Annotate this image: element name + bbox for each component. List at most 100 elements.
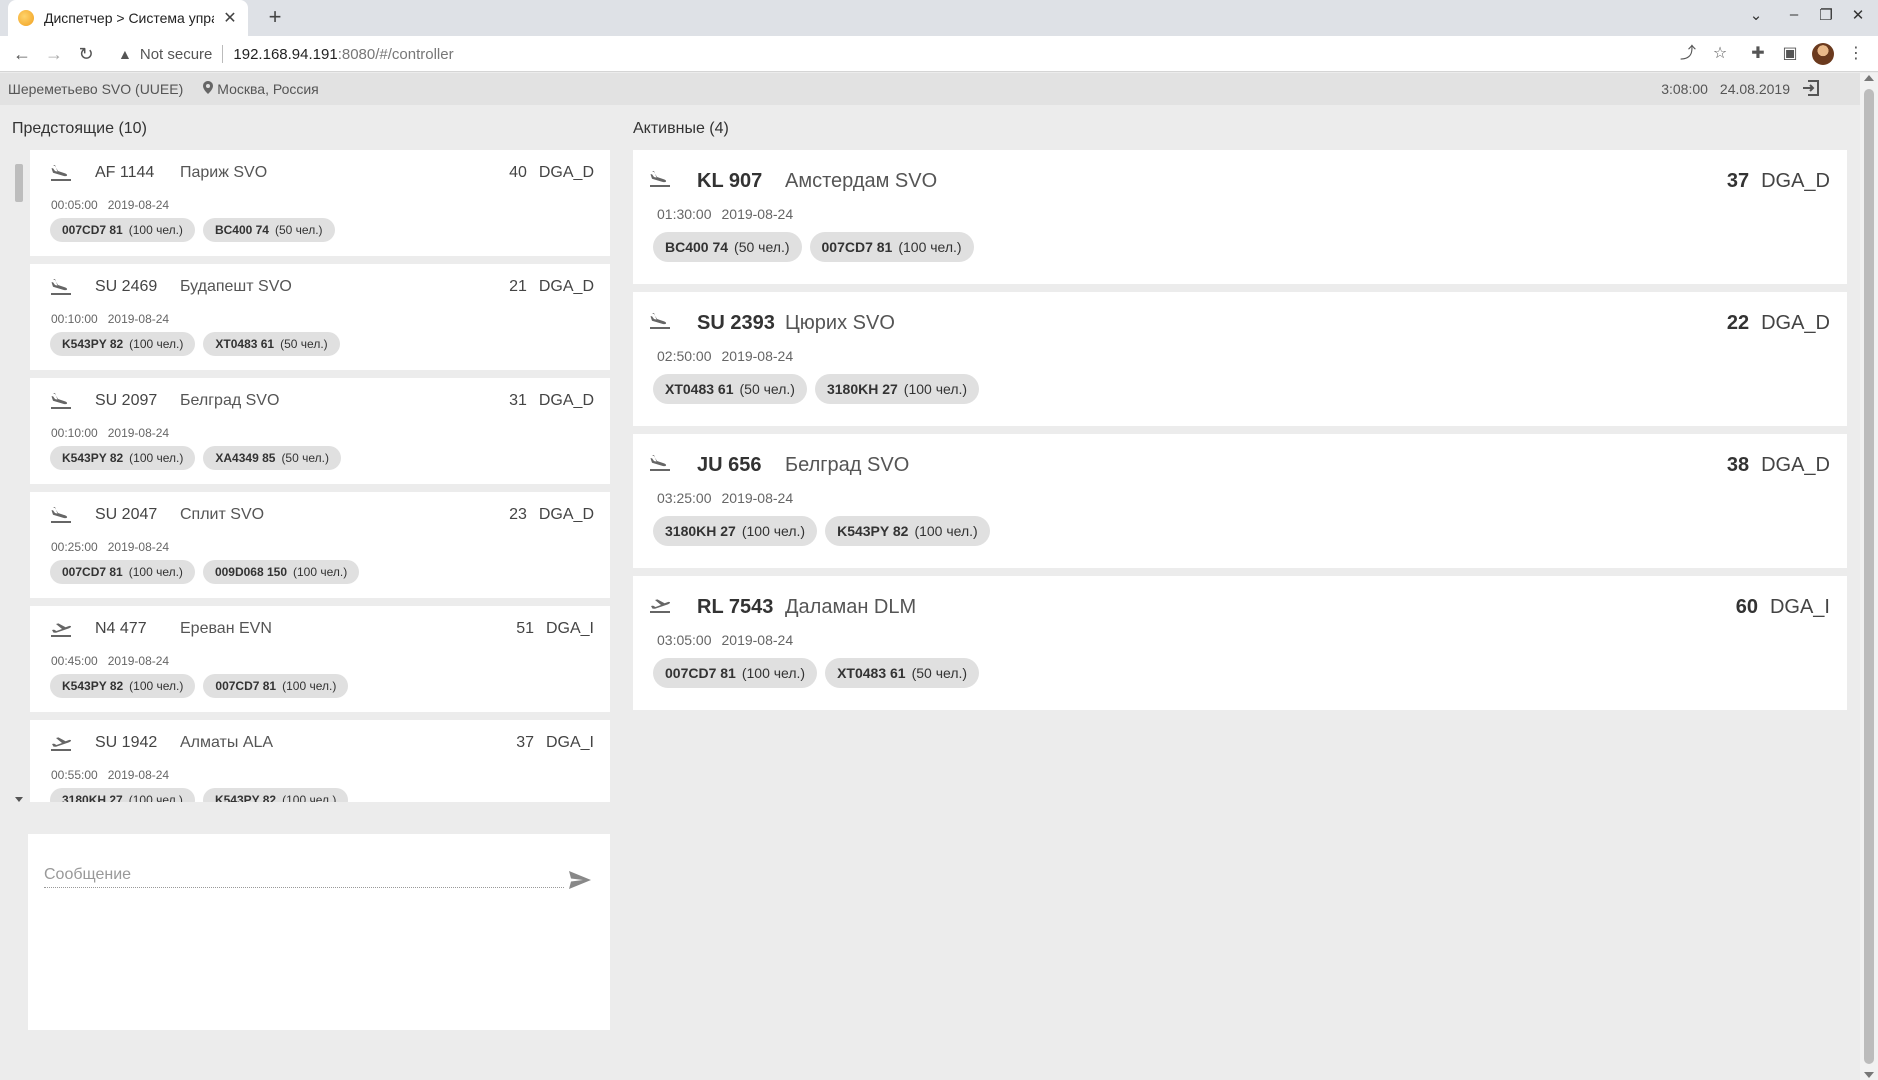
flight-land-icon bbox=[649, 454, 671, 472]
upcoming-scroll-thumb[interactable] bbox=[15, 164, 23, 202]
aircraft-chip[interactable]: BC400 74 (50 чел.) bbox=[653, 232, 802, 262]
aircraft-chip[interactable]: K543PY 82 (100 чел.) bbox=[50, 332, 196, 356]
aircraft-chip[interactable]: 007CD7 81 (100 чел.) bbox=[809, 232, 974, 262]
flight-number: SU 2097 bbox=[95, 392, 158, 409]
active-flight-card[interactable]: JU 656 Белград SVO 38 DGA_D 03:25:00 2019-… bbox=[633, 434, 1847, 568]
passenger-count: (100 чел.) bbox=[741, 665, 806, 681]
scroll-up-arrow-icon[interactable] bbox=[1864, 75, 1874, 81]
address-bar[interactable]: ▲ Not secure 192.168.94.191:8080/#/contr… bbox=[104, 40, 1724, 68]
aircraft-chip[interactable]: K543PY 82 (100 чел.) bbox=[202, 788, 349, 802]
flight-destination: Цюрих SVO bbox=[785, 312, 895, 334]
close-window-button[interactable]: ✕ bbox=[1846, 6, 1870, 24]
passenger-count: (50 чел.) bbox=[911, 665, 968, 681]
aircraft-chip[interactable]: K543PY 82 (100 чел.) bbox=[825, 516, 990, 546]
forward-arrow-icon[interactable]: → bbox=[42, 42, 66, 66]
side-panel-icon[interactable]: ▣ bbox=[1778, 42, 1802, 66]
aircraft-chips: 3180KH 27 (100 чел.) K543PY 82 (100 чел.) bbox=[50, 788, 349, 802]
aircraft-chip[interactable]: 007CD7 81 (100 чел.) bbox=[653, 658, 818, 688]
page-scroll-thumb[interactable] bbox=[1864, 89, 1874, 1064]
upcoming-flight-card[interactable]: SU 2469 Будапешт SVO 21 DGA_D 00:10:00 201… bbox=[30, 264, 610, 370]
aircraft-chip[interactable]: 007CD7 81 (100 чел.) bbox=[50, 560, 195, 584]
reload-icon[interactable]: ↻ bbox=[74, 42, 98, 66]
scroll-down-arrow-icon[interactable] bbox=[1864, 1072, 1874, 1078]
flight-date: 2019-08-24 bbox=[107, 540, 170, 554]
active-flight-card[interactable]: KL 907 Амстердам SVO 37 DGA_D 01:30:00 201… bbox=[633, 150, 1847, 284]
flight-destination: Париж SVO bbox=[180, 164, 268, 181]
aircraft-id: 007CD7 81 bbox=[62, 565, 123, 579]
upcoming-title: Предстоящие (10) bbox=[12, 120, 147, 137]
scroll-down-arrow-icon[interactable] bbox=[15, 797, 23, 802]
flight-time: 00:05:00 2019-08-24 bbox=[51, 198, 169, 212]
flight-time-value: 00:25:00 bbox=[51, 540, 98, 554]
flight-gate: 22 DGA_D bbox=[1727, 312, 1830, 335]
flight-gate: 37 DGA_D bbox=[1727, 170, 1830, 193]
extensions-puzzle-icon[interactable]: ✚ bbox=[1746, 42, 1770, 66]
aircraft-chip[interactable]: K543PY 82 (100 чел.) bbox=[50, 674, 196, 698]
upcoming-flight-card[interactable]: SU 1942 Алматы ALA 37 DGA_I 00:55:00 2019-… bbox=[30, 720, 610, 802]
gate-code: DGA_D bbox=[538, 392, 594, 409]
aircraft-id: XT0483 61 bbox=[665, 381, 734, 397]
upcoming-flight-card[interactable]: AF 1144 Париж SVO 40 DGA_D 00:05:00 2019-0… bbox=[30, 150, 610, 256]
flight-date: 2019-08-24 bbox=[107, 312, 170, 326]
aircraft-chips: 3180KH 27 (100 чел.) K543PY 82 (100 чел.) bbox=[653, 516, 990, 546]
aircraft-chip[interactable]: 3180KH 27 (100 чел.) bbox=[814, 374, 980, 404]
passenger-count: (50 чел.) bbox=[280, 337, 328, 351]
aircraft-chip[interactable]: 007CD7 81 (100 чел.) bbox=[203, 674, 349, 698]
upcoming-scrollbar[interactable] bbox=[12, 150, 26, 802]
aircraft-chip[interactable]: XT0483 61 (50 чел.) bbox=[825, 658, 980, 688]
gate-code: DGA_I bbox=[545, 734, 594, 751]
active-flight-card[interactable]: RL 7543 Даламан DLM 60 DGA_I 03:05:00 2019… bbox=[633, 576, 1847, 710]
aircraft-chip[interactable]: XT0483 61 (50 чел.) bbox=[653, 374, 807, 404]
flight-time: 01:30:00 2019-08-24 bbox=[657, 206, 793, 222]
aircraft-chip[interactable]: 007CD7 81 (100 чел.) bbox=[50, 218, 195, 242]
aircraft-chip[interactable]: XA4349 85 (50 чел.) bbox=[203, 446, 341, 470]
flight-land-icon bbox=[649, 312, 671, 330]
flight-land-icon bbox=[50, 164, 72, 182]
flight-time-value: 03:25:00 bbox=[657, 490, 712, 506]
new-tab-button[interactable]: + bbox=[262, 5, 288, 31]
aircraft-chip[interactable]: XT0483 61 (50 чел.) bbox=[203, 332, 340, 356]
tab-close-icon[interactable]: ✕ bbox=[222, 8, 238, 28]
aircraft-chip[interactable]: BC400 74 (50 чел.) bbox=[202, 218, 335, 242]
gate-number: 22 bbox=[1726, 312, 1750, 334]
active-flight-card[interactable]: SU 2393 Цюрих SVO 22 DGA_D 02:50:00 2019-0… bbox=[633, 292, 1847, 426]
restore-window-button[interactable]: ❐ bbox=[1814, 6, 1838, 24]
aircraft-id: 009D068 150 bbox=[214, 565, 288, 579]
minimize-window-button[interactable]: – bbox=[1782, 6, 1806, 23]
flight-takeoff-icon bbox=[50, 620, 72, 638]
back-arrow-icon[interactable]: ← bbox=[10, 42, 34, 66]
gate-number: 31 bbox=[509, 392, 527, 409]
flight-land-icon bbox=[649, 170, 671, 188]
tab-title: Диспетчер > Система управ… bbox=[44, 10, 214, 26]
aircraft-chip[interactable]: 3180KH 27 (100 чел.) bbox=[50, 788, 195, 802]
aircraft-chip[interactable]: K543PY 82 (100 чел.) bbox=[50, 446, 196, 470]
aircraft-chip[interactable]: 3180KH 27 (100 чел.) bbox=[653, 516, 818, 546]
browser-menu-icon[interactable]: ⋮ bbox=[1844, 42, 1868, 66]
not-secure-label: Not secure bbox=[139, 45, 213, 63]
flight-time-value: 00:05:00 bbox=[51, 198, 98, 212]
flight-time-value: 02:50:00 bbox=[657, 348, 712, 364]
aircraft-chip[interactable]: 009D068 150 (100 чел.) bbox=[202, 560, 360, 584]
send-icon[interactable] bbox=[568, 870, 592, 895]
gate-code: DGA_D bbox=[1761, 454, 1830, 476]
gate-number: 23 bbox=[509, 506, 527, 523]
upcoming-flight-card[interactable]: SU 2047 Сплит SVO 23 DGA_D 00:25:00 2019-0… bbox=[30, 492, 610, 598]
omnibox-divider bbox=[222, 45, 224, 63]
flight-number: SU 1942 bbox=[95, 734, 158, 751]
profile-avatar[interactable] bbox=[1812, 43, 1834, 65]
browser-tab[interactable]: Диспетчер > Система управ… ✕ bbox=[8, 0, 248, 36]
flight-number: RL 7543 bbox=[697, 596, 774, 618]
tab-search-icon[interactable]: ⌄ bbox=[1744, 6, 1768, 24]
upcoming-flight-card[interactable]: N4 477 Ереван EVN 51 DGA_I 00:45:00 2019-0… bbox=[30, 606, 610, 712]
logout-icon[interactable] bbox=[1802, 79, 1820, 99]
flight-destination: Сплит SVO bbox=[180, 506, 265, 523]
upcoming-flight-card[interactable]: SU 2097 Белград SVO 31 DGA_D 00:10:00 2019… bbox=[30, 378, 610, 484]
page-scrollbar[interactable] bbox=[1860, 73, 1878, 1080]
aircraft-chips: XT0483 61 (50 чел.) 3180KH 27 (100 чел.) bbox=[653, 374, 980, 404]
share-icon[interactable]: ⤴ bbox=[1676, 42, 1700, 66]
message-input[interactable] bbox=[44, 862, 564, 888]
bookmark-star-icon[interactable]: ☆ bbox=[1708, 42, 1732, 66]
flight-date: 2019-08-24 bbox=[721, 632, 794, 648]
flight-number: SU 2047 bbox=[95, 506, 158, 523]
gate-number: 60 bbox=[1735, 596, 1758, 618]
